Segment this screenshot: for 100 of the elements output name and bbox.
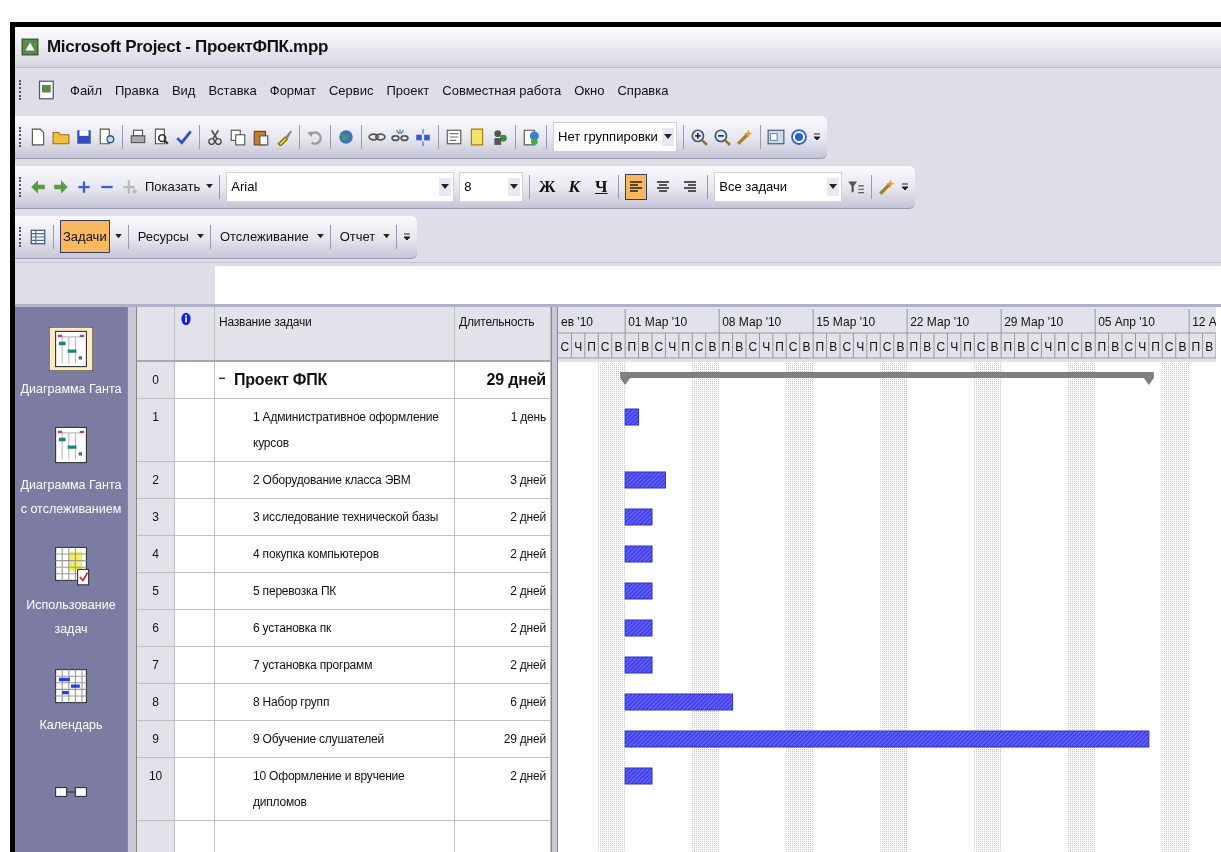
row-number[interactable]: 2 (137, 462, 175, 498)
row-number[interactable]: 8 (137, 684, 175, 720)
menu-item[interactable]: Правка (114, 82, 159, 98)
guide-button[interactable]: Ресурсы (134, 220, 192, 253)
font-dropdown[interactable]: Arial (226, 171, 455, 202)
people-icon[interactable] (491, 127, 509, 146)
align-center-icon (655, 178, 672, 195)
task-bar[interactable] (624, 656, 653, 674)
row-header-cell[interactable] (137, 821, 175, 852)
gantt-chart-icon[interactable] (49, 327, 93, 371)
task-bar[interactable] (624, 582, 653, 600)
caret-icon[interactable] (196, 234, 204, 239)
day-label: С (842, 340, 852, 354)
menu-item[interactable]: Совместная работа (442, 82, 562, 98)
day-label: С (694, 340, 704, 354)
italic-button[interactable]: К (563, 174, 586, 199)
task-bar[interactable] (624, 619, 653, 637)
timescale-label: 12 А (1192, 315, 1216, 329)
cut-icon[interactable] (206, 127, 224, 146)
menu-item[interactable]: Файл (70, 82, 102, 98)
caret-icon (206, 184, 214, 189)
globe-icon[interactable] (337, 127, 355, 146)
document-search-icon[interactable] (98, 127, 116, 146)
align-left-button[interactable] (625, 173, 648, 200)
wand-icon[interactable] (735, 127, 754, 146)
task-name: 6 установка пк (253, 620, 332, 637)
task-duration: 2 дней (510, 547, 546, 561)
task-bar[interactable] (624, 508, 653, 526)
guide-button[interactable]: Задачи (60, 220, 110, 253)
underline-button[interactable]: Ч (590, 174, 613, 199)
day-label: В (923, 340, 932, 354)
font-size-dropdown[interactable]: 8 (459, 171, 524, 202)
day-label: В (896, 340, 905, 354)
task-duration: 2 дней (510, 584, 546, 598)
guide-button[interactable]: Отслеживание (216, 220, 312, 253)
column-header[interactable]: Длительность (455, 307, 551, 360)
help-icon[interactable] (789, 127, 808, 146)
column-header[interactable]: Название задачи (215, 307, 455, 360)
view-label[interactable]: Диаграмма Ганта (17, 377, 125, 401)
task-bar[interactable] (624, 767, 653, 785)
copy-icon[interactable] (229, 127, 247, 146)
bold-button[interactable]: Ж (536, 174, 559, 199)
menu-item[interactable]: Проект (386, 82, 430, 98)
row-number[interactable]: 7 (137, 647, 175, 683)
row-number[interactable]: 10 (137, 758, 175, 820)
save-icon[interactable] (75, 127, 93, 146)
task-bar[interactable] (624, 471, 666, 489)
document-icon[interactable] (37, 80, 57, 100)
row-number[interactable]: 1 (137, 399, 175, 461)
row-number[interactable]: 6 (137, 610, 175, 646)
collapse-icon[interactable] (219, 375, 226, 382)
guide-button[interactable]: Отчет (336, 220, 379, 253)
printer-icon[interactable] (129, 127, 147, 146)
summary-bar[interactable] (620, 372, 1154, 385)
grouping-dropdown[interactable]: Нет группировки (553, 121, 677, 152)
toolbar-options-icon[interactable] (901, 181, 910, 192)
table-icon[interactable] (29, 227, 47, 246)
document-info-icon[interactable] (522, 127, 540, 146)
column-header[interactable] (175, 307, 215, 360)
row-number[interactable]: 3 (137, 499, 175, 535)
menu-item[interactable]: Окно (574, 82, 605, 98)
timescale-label: 22 Мар '10 (910, 315, 970, 329)
new-document-icon[interactable] (29, 127, 47, 146)
show-button[interactable]: Показать (144, 177, 202, 196)
print-preview-icon[interactable] (152, 127, 170, 146)
notes-icon[interactable] (445, 127, 463, 146)
row-number[interactable]: 0 (137, 362, 175, 398)
row-number[interactable]: 9 (137, 721, 175, 757)
caret-icon[interactable] (383, 234, 391, 239)
task-name: 2 Оборудование класса ЭВМ (253, 472, 411, 489)
select-all-cell[interactable] (137, 307, 175, 360)
view-label[interactable]: Календарь (17, 713, 125, 737)
caret-icon[interactable] (114, 234, 122, 239)
toolbar-options-icon[interactable] (403, 231, 412, 242)
view-label[interactable]: Использование задач (17, 593, 125, 641)
day-label: Ч (1138, 340, 1147, 354)
row-number[interactable]: 4 (137, 536, 175, 572)
filter-dropdown[interactable]: Все задачи (714, 171, 843, 202)
zoom-out-icon[interactable] (712, 127, 731, 146)
day-label: Ч (574, 340, 583, 354)
split-icon[interactable] (414, 127, 432, 146)
menu-item[interactable]: Вид (171, 82, 196, 98)
day-label: П (1151, 340, 1160, 354)
day-label: В (708, 340, 717, 354)
menu-item[interactable]: Вставка (208, 82, 257, 98)
day-label: С (600, 340, 610, 354)
view-label[interactable]: Диаграмма Ганта с отслеживанием (17, 473, 125, 521)
row-number[interactable]: 5 (137, 573, 175, 609)
zoom-in-icon[interactable] (689, 127, 708, 146)
task-name: 7 установка программ (253, 657, 373, 674)
caret-icon[interactable] (316, 234, 324, 239)
menu-item[interactable]: Сервис (328, 82, 374, 98)
dialog-icon[interactable] (766, 127, 785, 146)
entry-field[interactable] (215, 266, 1221, 304)
task-bar[interactable] (624, 408, 640, 426)
toolbar-options-icon[interactable] (812, 131, 821, 142)
task-bar[interactable] (624, 545, 653, 563)
menu-item[interactable]: Справка (617, 82, 669, 98)
note-icon[interactable] (468, 127, 486, 146)
menu-item[interactable]: Формат (269, 82, 316, 98)
